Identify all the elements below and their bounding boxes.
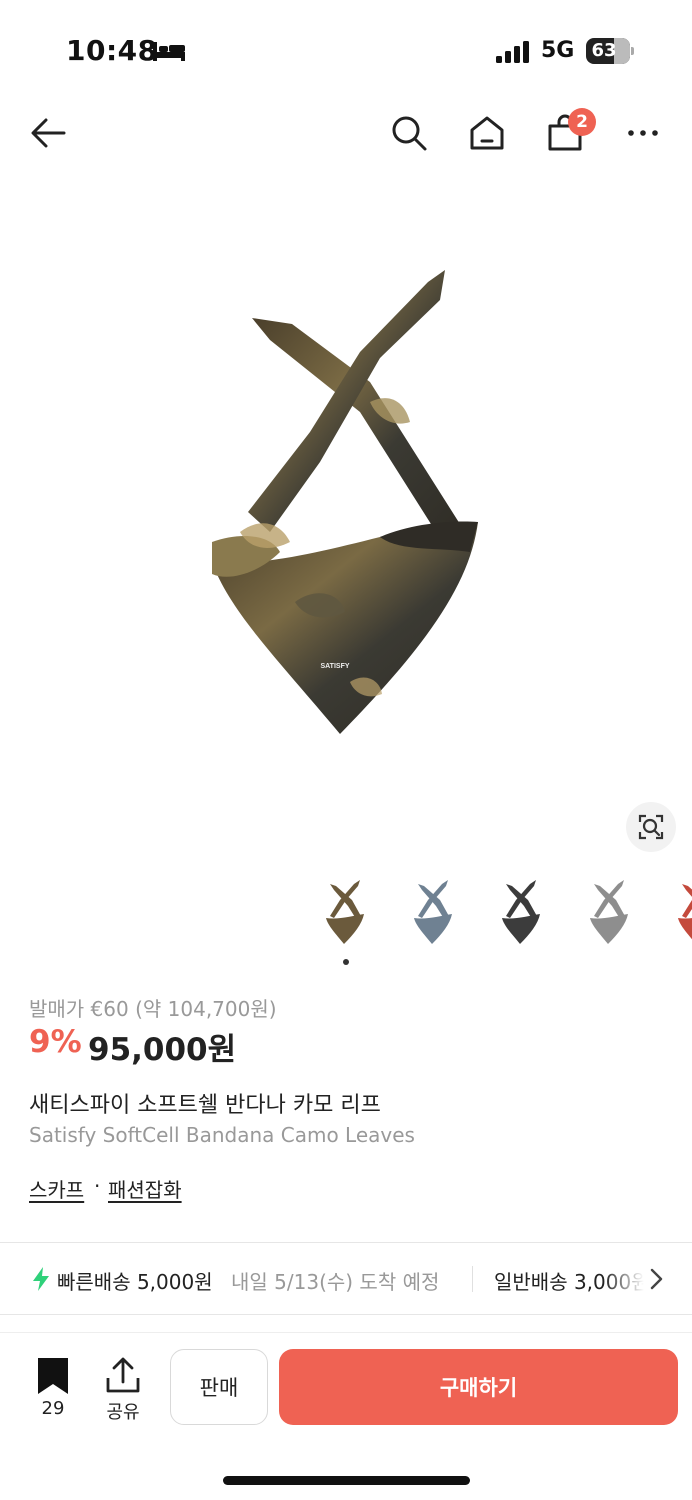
active-thumbnail-dot <box>343 959 349 965</box>
cart-count-badge: 2 <box>568 108 596 136</box>
divider <box>0 1314 692 1315</box>
sell-button[interactable]: 판매 <box>170 1349 268 1425</box>
product-title-english: Satisfy SoftCell Bandana Camo Leaves <box>29 1123 415 1147</box>
shipping-fade <box>604 1260 644 1296</box>
thumbnail-blue[interactable] <box>410 878 456 948</box>
bookmark-count: 29 <box>41 1398 65 1419</box>
release-price: 발매가 €60 (약 104,700원) <box>29 997 277 1021</box>
sleep-mode-icon <box>153 42 185 61</box>
battery-cap <box>631 47 634 55</box>
category-link-accessories[interactable]: 패션잡화 <box>108 1174 182 1203</box>
sale-price: 95,000원 <box>88 1032 237 1068</box>
signal-icon <box>496 41 529 63</box>
thumbnail-camo[interactable] <box>322 878 368 948</box>
bottom-bar-divider <box>0 1332 692 1333</box>
share-icon[interactable] <box>104 1356 142 1394</box>
thumbnail-red[interactable] <box>674 878 692 948</box>
network-label: 5G <box>541 38 575 63</box>
visual-search-icon <box>638 814 664 840</box>
product-title-korean: 새티스파이 소프트쉘 반다나 카모 리프 <box>29 1093 381 1118</box>
shipping-separator <box>472 1266 473 1292</box>
home-indicator[interactable] <box>223 1476 470 1485</box>
home-icon[interactable] <box>466 112 508 154</box>
category-separator: · <box>94 1174 101 1198</box>
thumbnail-black[interactable] <box>498 878 544 948</box>
more-options-icon[interactable] <box>622 112 664 154</box>
divider <box>0 1242 692 1243</box>
thumbnail-grey[interactable] <box>586 878 632 948</box>
bookmark-icon[interactable] <box>37 1357 69 1395</box>
product-image[interactable]: SATISFY <box>200 262 492 746</box>
back-arrow-icon[interactable] <box>28 112 70 154</box>
fast-shipping-label[interactable]: 빠른배송 5,000원 <box>57 1266 213 1295</box>
category-link-scarf[interactable]: 스카프 <box>29 1174 84 1203</box>
lightning-icon <box>33 1267 49 1291</box>
battery-level: 63 <box>591 40 617 61</box>
visual-search-button[interactable] <box>626 802 676 852</box>
battery-icon: 63 <box>586 38 630 64</box>
brand-print: SATISFY <box>320 663 349 670</box>
share-label: 공유 <box>106 1402 140 1423</box>
discount-rate: 9% <box>29 1024 82 1060</box>
search-icon[interactable] <box>388 112 430 154</box>
chevron-right-icon[interactable] <box>648 1267 664 1291</box>
status-time: 10:48 <box>66 34 158 67</box>
fast-shipping-eta: 내일 5/13(수) 도착 예정 <box>231 1270 440 1294</box>
buy-button[interactable]: 구매하기 <box>279 1349 678 1425</box>
